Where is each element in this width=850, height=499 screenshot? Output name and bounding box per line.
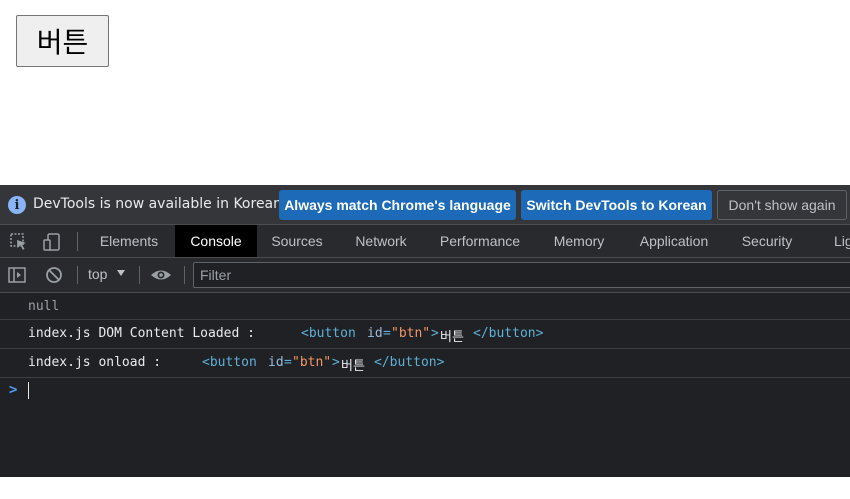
element-content: 버튼 [440,330,464,345]
element-close-bracket: > [332,355,340,370]
dont-show-again-button[interactable]: Don't show again [717,190,847,220]
console-prompt[interactable]: > [0,379,850,405]
info-icon: i [8,196,26,214]
toolbar-separator [184,266,185,284]
match-language-button[interactable]: Always match Chrome's language [279,190,516,220]
context-selector[interactable]: top [88,266,107,282]
sidebar-toggle-icon[interactable] [8,266,26,284]
element-attr-name: id [268,355,284,370]
console-output: null index.js DOM Content Loaded : <butt… [0,293,850,477]
tab-network[interactable]: Network [340,225,422,257]
element-close-bracket: > [431,326,439,341]
chevron-down-icon[interactable] [117,270,125,276]
device-toolbar-icon[interactable] [42,232,62,252]
element-attr-value: "btn" [292,355,332,370]
devtools-tabbar: Elements Console Sources Network Perform… [0,225,850,258]
element-content: 버튼 [341,359,365,374]
tab-sources[interactable]: Sources [259,225,335,257]
filter-input[interactable]: Filter [193,262,850,288]
message-label: index.js DOM Content Loaded : [28,326,255,341]
tab-console[interactable]: Console [175,225,257,257]
tab-lighthouse[interactable]: Lig [834,225,850,257]
message-text: null [28,299,60,314]
element-close-tag: </button> [374,355,445,370]
console-toolbar: top Filter [0,258,850,293]
console-message: null [0,293,850,320]
tab-application[interactable]: Application [626,225,722,257]
inspect-element-icon[interactable] [9,232,29,252]
tab-memory[interactable]: Memory [541,225,617,257]
element-eq: = [383,326,391,341]
tab-performance[interactable]: Performance [430,225,530,257]
element-close-tag: </button> [473,326,544,341]
language-infobar: i DevTools is now available in Korean! A… [0,185,850,225]
element-open-tag[interactable]: <button [301,326,356,341]
tabbar-separator [77,232,78,251]
element-attr-value: "btn" [391,326,431,341]
element-attr-name: id [367,326,383,341]
console-message: index.js onload : <button id = "btn" > 버… [0,349,850,378]
devtools-panel: i DevTools is now available in Korean! A… [0,185,850,477]
text-cursor [28,382,29,399]
element-open-tag[interactable]: <button [202,355,257,370]
toolbar-separator [77,266,78,284]
element-eq: = [284,355,292,370]
btn-button[interactable]: 버튼 [16,15,109,67]
message-label: index.js onload : [28,355,162,370]
tab-elements[interactable]: Elements [87,225,171,257]
tab-security[interactable]: Security [732,225,802,257]
console-message: index.js DOM Content Loaded : <button id… [0,320,850,349]
clear-console-icon[interactable] [45,266,63,284]
page-viewport: 버튼 [0,0,850,185]
infobar-message: DevTools is now available in Korean! [33,196,288,212]
prompt-chevron-icon: > [9,382,18,398]
switch-language-button[interactable]: Switch DevTools to Korean [521,190,712,220]
toolbar-separator [139,266,140,284]
live-expression-eye-icon[interactable] [150,266,172,284]
